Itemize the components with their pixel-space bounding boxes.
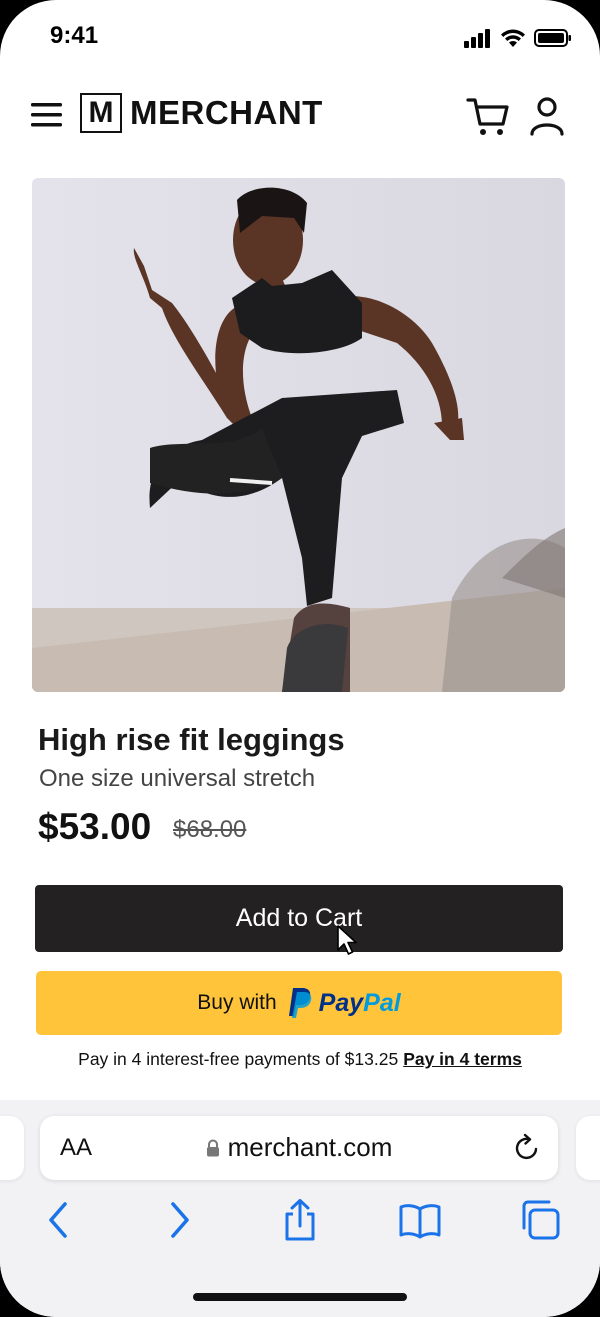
paypal-wordmark: PayPal xyxy=(319,989,401,1018)
user-icon[interactable] xyxy=(528,96,566,136)
product-photo xyxy=(32,178,565,692)
status-icons xyxy=(464,28,572,48)
add-to-cart-button[interactable]: Add to Cart xyxy=(35,885,563,952)
next-tab-preview[interactable] xyxy=(576,1116,600,1180)
cart-icon[interactable] xyxy=(466,94,510,138)
product-title: High rise fit leggings xyxy=(38,722,345,757)
hamburger-menu-icon[interactable] xyxy=(30,100,64,130)
product-subtitle: One size universal stretch xyxy=(39,765,316,792)
reload-icon[interactable] xyxy=(512,1133,542,1163)
browser-toolbar xyxy=(0,1198,600,1248)
paypal-pal-text: Pal xyxy=(363,988,401,1017)
paypal-logo: PayPal xyxy=(287,987,401,1019)
back-icon[interactable] xyxy=(38,1198,82,1242)
pay-in-4-terms-link[interactable]: Pay in 4 terms xyxy=(403,1049,522,1069)
logo-mark: M xyxy=(80,93,122,133)
brand-name: MERCHANT xyxy=(130,94,323,131)
address-bar[interactable]: AA merchant.com xyxy=(40,1116,558,1180)
previous-tab-preview[interactable] xyxy=(0,1116,24,1180)
pay-in-4-message: Pay in 4 interest-free payments of $13.2… xyxy=(0,1049,600,1070)
paypal-p-icon xyxy=(288,988,311,1018)
lock-icon xyxy=(206,1139,219,1157)
bookmarks-icon[interactable] xyxy=(398,1198,442,1242)
merchant-logo[interactable]: M MERCHANT xyxy=(80,93,323,133)
share-icon[interactable] xyxy=(278,1198,322,1242)
paypal-pay-text: Pay xyxy=(318,988,364,1017)
mouse-cursor-icon xyxy=(337,925,357,955)
tabs-icon[interactable] xyxy=(518,1198,562,1242)
phone-screen: 9:41 M MERCHANT High rise fit leggings O… xyxy=(0,0,600,1317)
url-text: merchant.com xyxy=(227,1132,393,1162)
buy-with-label: Buy with xyxy=(197,991,277,1014)
wifi-icon xyxy=(501,29,525,47)
paypal-button[interactable]: Buy with PayPal xyxy=(36,971,562,1035)
battery-icon xyxy=(534,29,571,47)
forward-icon[interactable] xyxy=(158,1198,202,1242)
signal-icon xyxy=(464,29,490,48)
compare-at-price: $68.00 xyxy=(173,816,247,843)
site-header: M MERCHANT xyxy=(0,90,600,150)
url-display[interactable]: merchant.com xyxy=(40,1132,558,1163)
status-time: 9:41 xyxy=(50,22,99,49)
product-price: $53.00 xyxy=(38,806,152,847)
installments-text: Pay in 4 interest-free payments of $13.2… xyxy=(78,1049,399,1069)
home-indicator[interactable] xyxy=(193,1293,407,1301)
status-bar: 9:41 xyxy=(0,0,600,80)
